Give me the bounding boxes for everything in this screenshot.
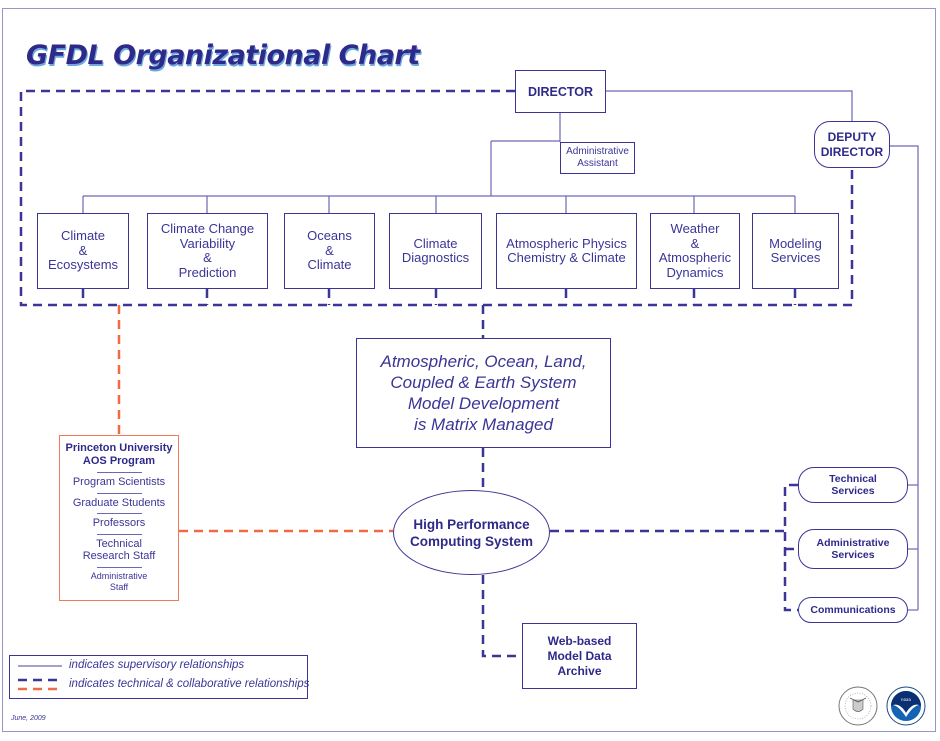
director-box[interactable]: DIRECTOR <box>515 70 606 113</box>
service-label: Technical Services <box>829 473 877 497</box>
princeton-item: Graduate Students <box>72 496 166 509</box>
admin-assistant-box[interactable]: Administrative Assistant <box>560 142 635 174</box>
model-data-archive-box[interactable]: Web-based Model Data Archive <box>522 623 637 689</box>
matrix-managed-box[interactable]: Atmospheric, Ocean, Land, Coupled & Eart… <box>356 338 611 448</box>
division-label: Modeling Services <box>769 235 822 265</box>
separator <box>96 566 142 568</box>
princeton-item: Administrative Staff <box>90 570 148 592</box>
director-to-divisions-trunk <box>490 140 560 196</box>
service-box-administrative[interactable]: Administrative Services <box>798 529 908 569</box>
division-box[interactable]: Climate & Ecosystems <box>37 213 129 289</box>
division-label: Climate Change Variability & Prediction <box>160 221 255 280</box>
service-box-communications[interactable]: Communications <box>798 597 908 623</box>
division-box[interactable]: Modeling Services <box>752 213 839 289</box>
hpc-to-archive-line <box>481 575 522 658</box>
hpc-label: High Performance Computing System <box>409 516 533 549</box>
division-box[interactable]: Oceans & Climate <box>284 213 375 289</box>
legend: indicates supervisory relationships indi… <box>9 655 310 699</box>
hpc-ellipse[interactable]: High Performance Computing System <box>393 490 550 575</box>
commerce-seal-icon <box>838 686 878 726</box>
director-label: DIRECTOR <box>527 84 594 99</box>
deputy-director-box[interactable]: DEPUTY DIRECTOR <box>814 121 890 168</box>
division-label: Weather & Atmospheric Dynamics <box>658 221 732 280</box>
date-label: June, 2009 <box>11 715 46 722</box>
division-label: Climate & Ecosystems <box>47 228 119 273</box>
archive-label: Web-based Model Data Archive <box>547 633 612 678</box>
division-label: Climate Diagnostics <box>401 235 470 265</box>
service-label: Communications <box>810 604 896 616</box>
page-title: GFDL Organizational Chart <box>26 40 420 71</box>
division-box[interactable]: Climate Diagnostics <box>389 213 482 289</box>
division-box[interactable]: Weather & Atmospheric Dynamics <box>650 213 740 289</box>
division-label: Oceans & Climate <box>307 228 352 273</box>
princeton-item: Professors <box>92 517 146 529</box>
division-label: Atmospheric Physics Chemistry & Climate <box>506 235 627 265</box>
princeton-heading: Princeton University AOS Program <box>65 442 173 467</box>
svg-text:noaa: noaa <box>901 697 911 702</box>
noaa-logo-icon: noaa <box>886 686 926 726</box>
matrix-managed-label: Atmospheric, Ocean, Land, Coupled & Eart… <box>380 352 587 434</box>
division-box[interactable]: Atmospheric Physics Chemistry & Climate <box>496 213 637 289</box>
legend-technical-text: indicates technical & collaborative rela… <box>69 678 310 690</box>
separator <box>96 492 142 494</box>
admin-assistant-label: Administrative Assistant <box>566 146 629 169</box>
division-box[interactable]: Climate Change Variability & Prediction <box>147 213 268 289</box>
director-to-deputy-line <box>606 90 853 121</box>
separator <box>96 533 142 535</box>
deputy-director-label: DEPUTY DIRECTOR <box>820 129 884 159</box>
princeton-aos-box[interactable]: Princeton University AOS Program Program… <box>59 435 179 601</box>
princeton-item: Technical Research Staff <box>82 537 156 563</box>
legend-supervisory-text: indicates supervisory relationships <box>69 659 245 671</box>
service-label: Administrative Services <box>816 537 890 561</box>
separator <box>96 513 142 514</box>
services-dashed-bracket <box>783 483 798 612</box>
princeton-item: Program Scientists <box>72 476 166 488</box>
legend-swatches <box>18 665 62 691</box>
separator <box>96 472 142 473</box>
service-box-technical[interactable]: Technical Services <box>798 467 908 503</box>
